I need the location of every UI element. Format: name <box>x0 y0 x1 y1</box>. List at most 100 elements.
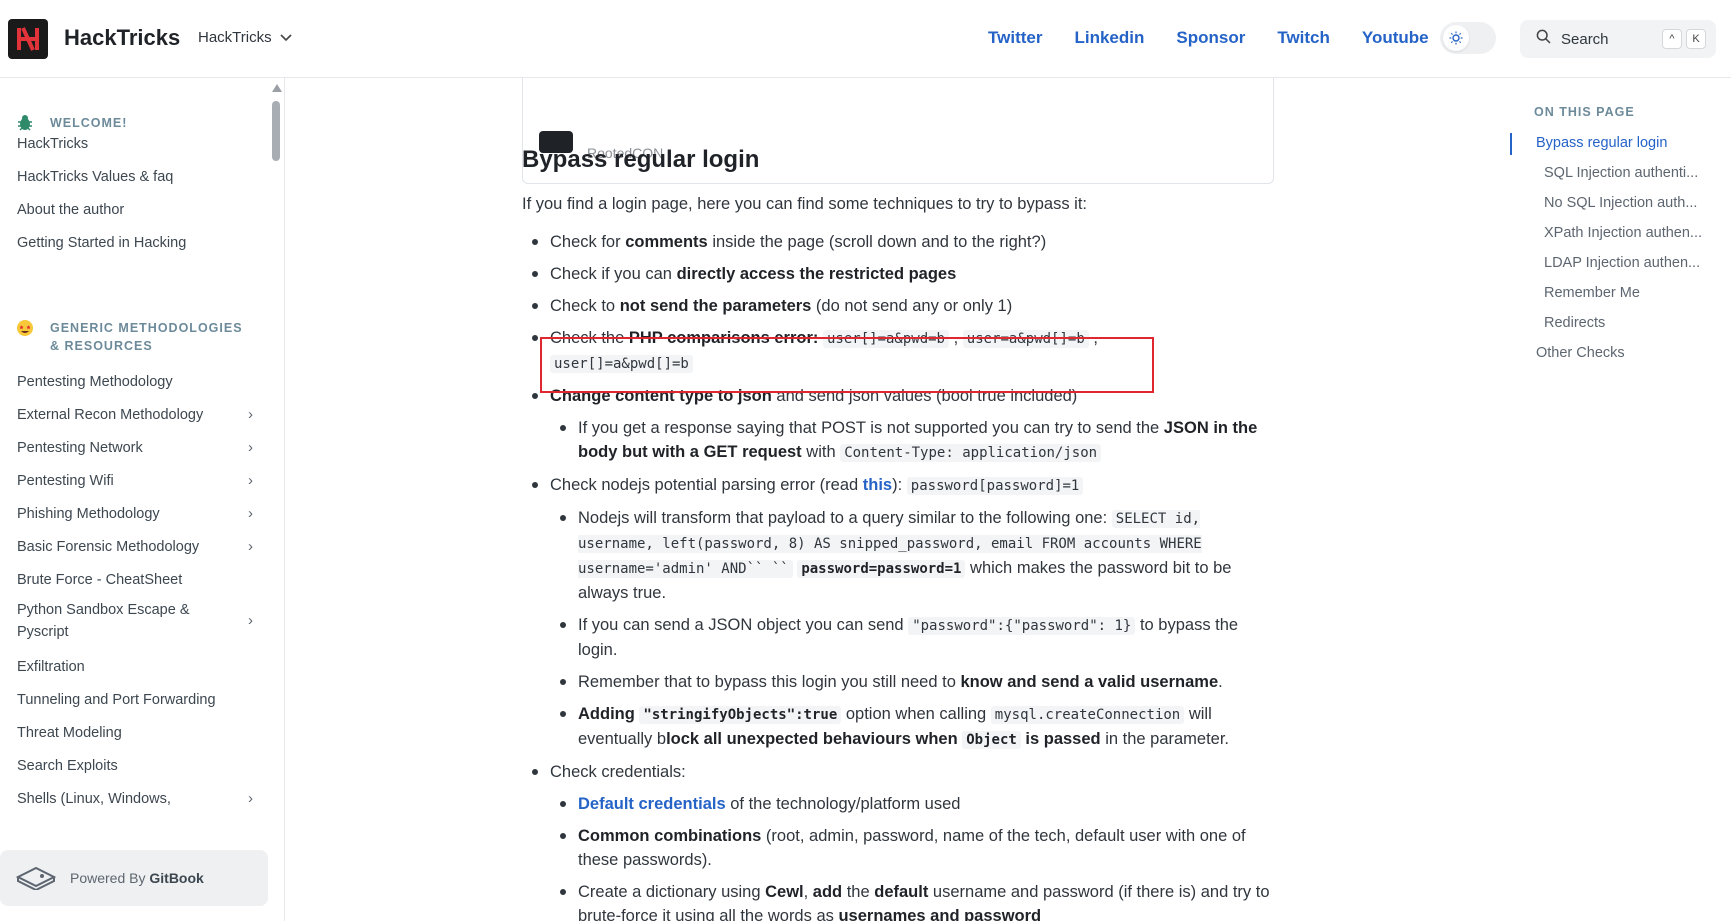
sidebar-item-label: Pentesting Wifi <box>17 473 114 489</box>
list-item-nested: Nodejs will transform that payload to a … <box>522 506 1274 605</box>
sidebar-item-search-exploits[interactable]: Search Exploits <box>17 755 253 777</box>
sidebar-item-label: Phishing Methodology <box>17 506 160 522</box>
left-sidebar: WELCOME! HackTricks HackTricks Values & … <box>0 78 285 921</box>
nav-link-youtube[interactable]: Youtube <box>1362 28 1429 48</box>
section-heading: Bypass regular login <box>522 146 760 173</box>
chevron-down-icon <box>280 29 292 46</box>
list-item-nested: Remember that to bypass this login you s… <box>522 670 1274 694</box>
sidebar-item-label: Tunneling and Port Forwarding <box>17 692 216 708</box>
star-struck-emoji-icon <box>16 319 34 342</box>
sidebar-item-hacktricks[interactable]: HackTricks <box>17 133 253 155</box>
hacktricks-logo[interactable] <box>8 19 48 59</box>
sidebar-item-exfiltration[interactable]: Exfiltration <box>17 656 253 678</box>
list-item-nested: If you can send a JSON object you can se… <box>522 613 1274 662</box>
sidebar-item-getting-started[interactable]: Getting Started in Hacking <box>17 232 253 254</box>
sidebar-item-label: Basic Forensic Methodology <box>17 539 200 555</box>
sidebar-item-basic-forensic[interactable]: Basic Forensic Methodology › <box>17 536 253 558</box>
chevron-right-icon[interactable]: › <box>248 437 253 459</box>
sidebar-item-label: Pentesting Methodology <box>17 374 173 390</box>
theme-toggle[interactable] <box>1440 22 1496 54</box>
list-item: Check if you can directly access the res… <box>522 262 1274 286</box>
table-of-contents: ON THIS PAGE Bypass regular login SQL In… <box>1510 78 1731 921</box>
sidebar-item-pentesting-methodology[interactable]: Pentesting Methodology <box>17 371 253 393</box>
sun-icon <box>1443 25 1469 51</box>
sidebar-item-label: Pentesting Network <box>17 440 143 456</box>
list-item: Check to not send the parameters (do not… <box>522 294 1274 318</box>
sidebar-item-label: Exfiltration <box>17 659 85 675</box>
toc-item-ldap-injection[interactable]: LDAP Injection authen... <box>1544 255 1700 271</box>
sidebar-item-label: HackTricks Values & faq <box>17 169 174 185</box>
list-item-nested: If you get a response saying that POST i… <box>522 416 1274 465</box>
toc-item-nosql-injection[interactable]: No SQL Injection auth... <box>1544 195 1697 211</box>
nav-link-sponsor[interactable]: Sponsor <box>1176 28 1245 48</box>
toc-item-bypass-regular-login[interactable]: Bypass regular login <box>1536 135 1667 151</box>
main-content: RootedCON Bypass regular login If you fi… <box>522 78 1274 921</box>
intro-paragraph: If you find a login page, here you can f… <box>522 195 1088 213</box>
chevron-right-icon[interactable]: › <box>248 503 253 525</box>
shortcut-key-ctrl: ^ <box>1662 29 1682 49</box>
this-link[interactable]: this <box>863 476 892 494</box>
space-selector-label: HackTricks <box>198 29 272 46</box>
toc-item-other-checks[interactable]: Other Checks <box>1536 345 1625 361</box>
section-welcome-title: WELCOME! <box>50 116 128 130</box>
default-credentials-link[interactable]: Default credentials <box>578 795 726 813</box>
nav-link-twitter[interactable]: Twitter <box>988 28 1042 48</box>
sidebar-item-threat-modeling[interactable]: Threat Modeling <box>17 722 253 744</box>
powered-by-text: Powered By GitBook <box>70 870 204 886</box>
chevron-right-icon[interactable]: › <box>248 404 253 426</box>
sidebar-item-pentesting-network[interactable]: Pentesting Network › <box>17 437 253 459</box>
sidebar-item-label: About the author <box>17 202 125 218</box>
list-item-nested: Default credentials of the technology/pl… <box>522 792 1274 816</box>
sidebar-item-tunneling[interactable]: Tunneling and Port Forwarding <box>17 689 253 711</box>
list-item: Check nodejs potential parsing error (re… <box>522 473 1274 498</box>
highlight-box <box>540 337 1154 393</box>
sidebar-item-label: Threat Modeling <box>17 725 122 741</box>
gitbook-icon <box>15 864 57 893</box>
list-item-nested: Common combinations (root, admin, passwo… <box>522 824 1274 872</box>
section-generic-title: GENERIC METHODOLOGIES & RESOURCES <box>50 321 243 353</box>
techniques-list: Check for comments inside the page (scro… <box>522 230 1274 921</box>
sidebar-item-pentesting-wifi[interactable]: Pentesting Wifi › <box>17 470 253 492</box>
list-item-nested: Adding "stringifyObjects":true option wh… <box>522 702 1274 752</box>
nav-link-linkedin[interactable]: Linkedin <box>1074 28 1144 48</box>
sidebar-item-brute-force[interactable]: Brute Force - CheatSheet <box>17 569 253 591</box>
toc-item-sql-injection[interactable]: SQL Injection authenti... <box>1544 165 1698 181</box>
top-header: HackTricks HackTricks Twitter Linkedin S… <box>0 0 1731 78</box>
sidebar-item-label: External Recon Methodology <box>17 407 204 423</box>
sidebar-item-values-faq[interactable]: HackTricks Values & faq <box>17 166 253 188</box>
toc-item-redirects[interactable]: Redirects <box>1544 315 1605 331</box>
sidebar-item-phishing[interactable]: Phishing Methodology › <box>17 503 253 525</box>
list-item: Check for comments inside the page (scro… <box>522 230 1274 254</box>
list-item: Check credentials: <box>522 760 1274 784</box>
space-selector[interactable]: HackTricks <box>198 29 292 46</box>
sidebar-item-external-recon[interactable]: External Recon Methodology › <box>17 404 253 426</box>
sidebar-item-label: HackTricks <box>17 136 89 152</box>
sidebar-item-label: Brute Force - CheatSheet <box>17 572 183 588</box>
sidebar-item-label: Getting Started in Hacking <box>17 235 187 251</box>
toc-item-xpath-injection[interactable]: XPath Injection authen... <box>1544 225 1702 241</box>
brand-title[interactable]: HackTricks <box>64 25 180 51</box>
chevron-right-icon[interactable]: › <box>248 788 253 810</box>
sidebar-scrollbar-thumb[interactable] <box>272 101 280 161</box>
search-label: Search <box>1561 30 1609 48</box>
scroll-up-arrow[interactable] <box>272 84 282 92</box>
toc-active-indicator <box>1510 133 1512 155</box>
shortcut-key-k: K <box>1686 29 1706 49</box>
list-item-nested: Create a dictionary using Cewl, add the … <box>522 880 1274 921</box>
powered-by-gitbook[interactable]: Powered By GitBook <box>0 850 268 906</box>
sidebar-item-label: Python Sandbox Escape & Pyscript <box>17 602 190 640</box>
chevron-right-icon[interactable]: › <box>248 536 253 558</box>
toc-title: ON THIS PAGE <box>1534 105 1635 119</box>
sidebar-item-python-sandbox[interactable]: Python Sandbox Escape & Pyscript › <box>17 599 253 643</box>
sidebar-item-label: Search Exploits <box>17 758 118 774</box>
toc-item-remember-me[interactable]: Remember Me <box>1544 285 1640 301</box>
chevron-right-icon[interactable]: › <box>248 470 253 492</box>
chevron-right-icon[interactable]: › <box>248 610 253 632</box>
sidebar-item-about-author[interactable]: About the author <box>17 199 253 221</box>
search-button[interactable]: Search ^ K <box>1520 20 1716 58</box>
sidebar-item-label: Shells (Linux, Windows, <box>17 791 171 807</box>
search-icon <box>1536 29 1551 49</box>
sidebar-item-shells[interactable]: Shells (Linux, Windows, › <box>17 788 253 810</box>
nav-link-twitch[interactable]: Twitch <box>1277 28 1330 48</box>
section-generic: GENERIC METHODOLOGIES & RESOURCES <box>16 319 250 355</box>
